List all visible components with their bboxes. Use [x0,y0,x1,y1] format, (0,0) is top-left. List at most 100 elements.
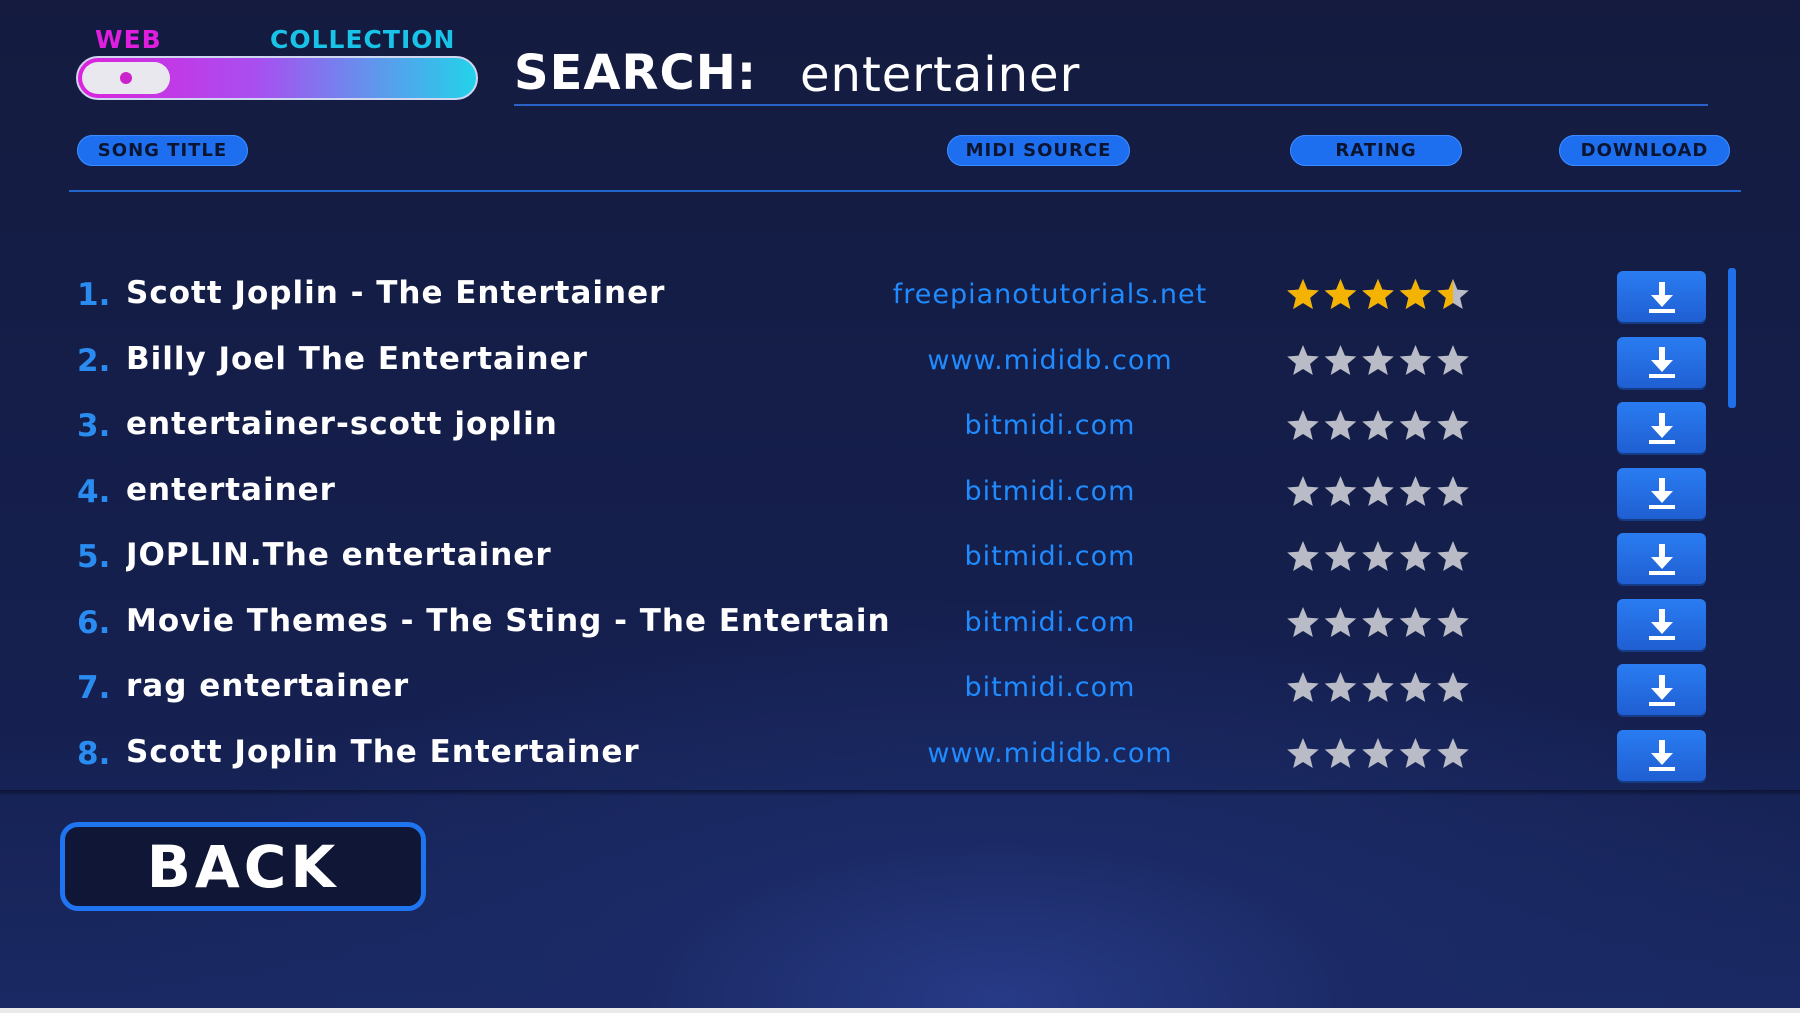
star-empty-icon[interactable] [1362,344,1394,375]
midi-source-link[interactable]: www.mididb.com [880,738,1220,769]
star-empty-icon[interactable] [1287,737,1319,768]
list-item[interactable]: 4. entertainer bitmidi.com [0,462,1800,527]
toggle-label-collection[interactable]: COLLECTION [270,25,455,54]
result-number: 1. [77,277,111,313]
star-empty-icon[interactable] [1437,410,1469,440]
toggle-switch[interactable] [76,56,478,100]
star-filled-icon[interactable] [1362,279,1394,309]
song-title[interactable]: entertainer-scott joplin [126,406,888,442]
sort-midi-source-button[interactable]: MIDI SOURCE [947,135,1130,166]
results-list[interactable]: 1. Scott Joplin - The Entertainer freepian… [0,265,1800,790]
download-button[interactable] [1617,533,1706,584]
star-filled-icon[interactable] [1399,279,1432,309]
result-number: 7. [77,670,111,706]
song-title[interactable]: entertainer [126,472,888,508]
song-title[interactable]: Movie Themes - The Sting - The Entertain… [126,603,888,639]
song-title[interactable]: Billy Joel The Entertainer [126,341,888,377]
sort-song-title-button[interactable]: SONG TITLE [77,135,248,166]
download-button[interactable] [1617,271,1706,322]
list-item[interactable]: 2. Billy Joel The Entertainer www.mididb.c… [0,331,1800,396]
download-button[interactable] [1617,598,1706,650]
star-empty-icon[interactable] [1324,344,1357,375]
download-icon [1648,478,1675,509]
midi-source-link[interactable]: www.mididb.com [880,345,1220,376]
result-number: 6. [77,604,111,641]
star-empty-icon[interactable] [1287,344,1319,375]
result-number: 3. [77,408,111,444]
star-empty-icon[interactable] [1437,606,1469,637]
star-empty-icon[interactable] [1399,737,1432,768]
star-empty-icon[interactable] [1287,410,1319,440]
list-item[interactable]: 1. Scott Joplin - The Entertainer freepian… [0,265,1800,330]
star-empty-icon[interactable] [1399,344,1432,375]
download-icon [1648,674,1675,706]
result-number: 5. [77,539,111,575]
star-empty-icon[interactable] [1324,541,1357,571]
star-empty-icon[interactable] [1362,672,1394,702]
list-item[interactable]: 3. entertainer-scott joplin bitmidi.com [0,396,1800,461]
star-empty-icon[interactable] [1437,475,1469,506]
star-empty-icon[interactable] [1324,737,1357,768]
star-empty-icon[interactable] [1324,606,1357,637]
star-empty-icon[interactable] [1287,475,1319,506]
download-button[interactable] [1617,729,1706,781]
star-empty-icon[interactable] [1437,344,1469,375]
star-filled-icon[interactable] [1287,279,1319,309]
list-item[interactable]: 7. rag entertainer bitmidi.com [0,658,1800,723]
song-title[interactable]: Scott Joplin The Entertainer [126,734,888,770]
toggle-knob[interactable] [82,62,170,94]
song-title[interactable]: JOPLIN.The entertainer [126,537,888,573]
star-rating[interactable] [1285,736,1475,772]
star-rating[interactable] [1285,605,1475,641]
sort-rating-button[interactable]: RATING [1290,135,1462,166]
star-empty-icon[interactable] [1362,410,1394,440]
star-empty-icon[interactable] [1324,475,1357,506]
download-button[interactable] [1617,467,1706,519]
download-button[interactable] [1617,664,1706,715]
toggle-label-web[interactable]: WEB [95,25,162,54]
star-empty-icon[interactable] [1437,737,1469,768]
star-empty-icon[interactable] [1287,541,1319,571]
search-input[interactable] [800,45,1700,105]
list-item[interactable]: 6. Movie Themes - The Sting - The Enterta… [0,593,1800,658]
song-title[interactable]: rag entertainer [126,668,888,704]
star-empty-icon[interactable] [1324,672,1357,702]
midi-source-link[interactable]: bitmidi.com [880,410,1220,441]
song-title[interactable]: Scott Joplin - The Entertainer [126,275,888,311]
scrollbar[interactable] [1728,268,1736,408]
star-empty-icon[interactable] [1399,541,1432,571]
star-rating[interactable] [1285,408,1475,444]
star-empty-icon[interactable] [1399,606,1432,637]
download-column-header[interactable]: DOWNLOAD [1559,135,1730,166]
star-empty-icon[interactable] [1437,672,1469,702]
midi-source-link[interactable]: bitmidi.com [880,607,1220,638]
star-rating[interactable] [1285,474,1475,510]
star-rating[interactable] [1285,539,1475,575]
download-button[interactable] [1617,336,1706,388]
star-empty-icon[interactable] [1324,410,1357,440]
star-empty-icon[interactable] [1362,541,1394,571]
list-item[interactable]: 5. JOPLIN.The entertainer bitmidi.com [0,527,1800,592]
star-empty-icon[interactable] [1399,672,1432,702]
back-button[interactable]: BACK [60,822,426,911]
list-item[interactable]: 8. Scott Joplin The Entertainer www.mididb… [0,724,1800,789]
star-empty-icon[interactable] [1362,475,1394,506]
star-rating[interactable] [1285,670,1475,706]
midi-source-link[interactable]: freepianotutorials.net [880,279,1220,310]
midi-source-link[interactable]: bitmidi.com [880,476,1220,507]
midi-source-link[interactable]: bitmidi.com [880,541,1220,572]
star-filled-icon[interactable] [1437,279,1469,309]
star-filled-icon[interactable] [1324,279,1357,309]
star-empty-icon[interactable] [1362,737,1394,768]
star-empty-icon[interactable] [1287,606,1319,637]
star-empty-icon[interactable] [1399,410,1432,440]
star-rating[interactable] [1285,343,1475,379]
star-empty-icon[interactable] [1362,606,1394,637]
download-button[interactable] [1617,402,1706,453]
search-label: SEARCH: [514,45,758,101]
star-empty-icon[interactable] [1399,475,1432,506]
star-empty-icon[interactable] [1437,541,1469,571]
midi-source-link[interactable]: bitmidi.com [880,672,1220,703]
star-empty-icon[interactable] [1287,672,1319,702]
star-rating[interactable] [1285,277,1475,313]
